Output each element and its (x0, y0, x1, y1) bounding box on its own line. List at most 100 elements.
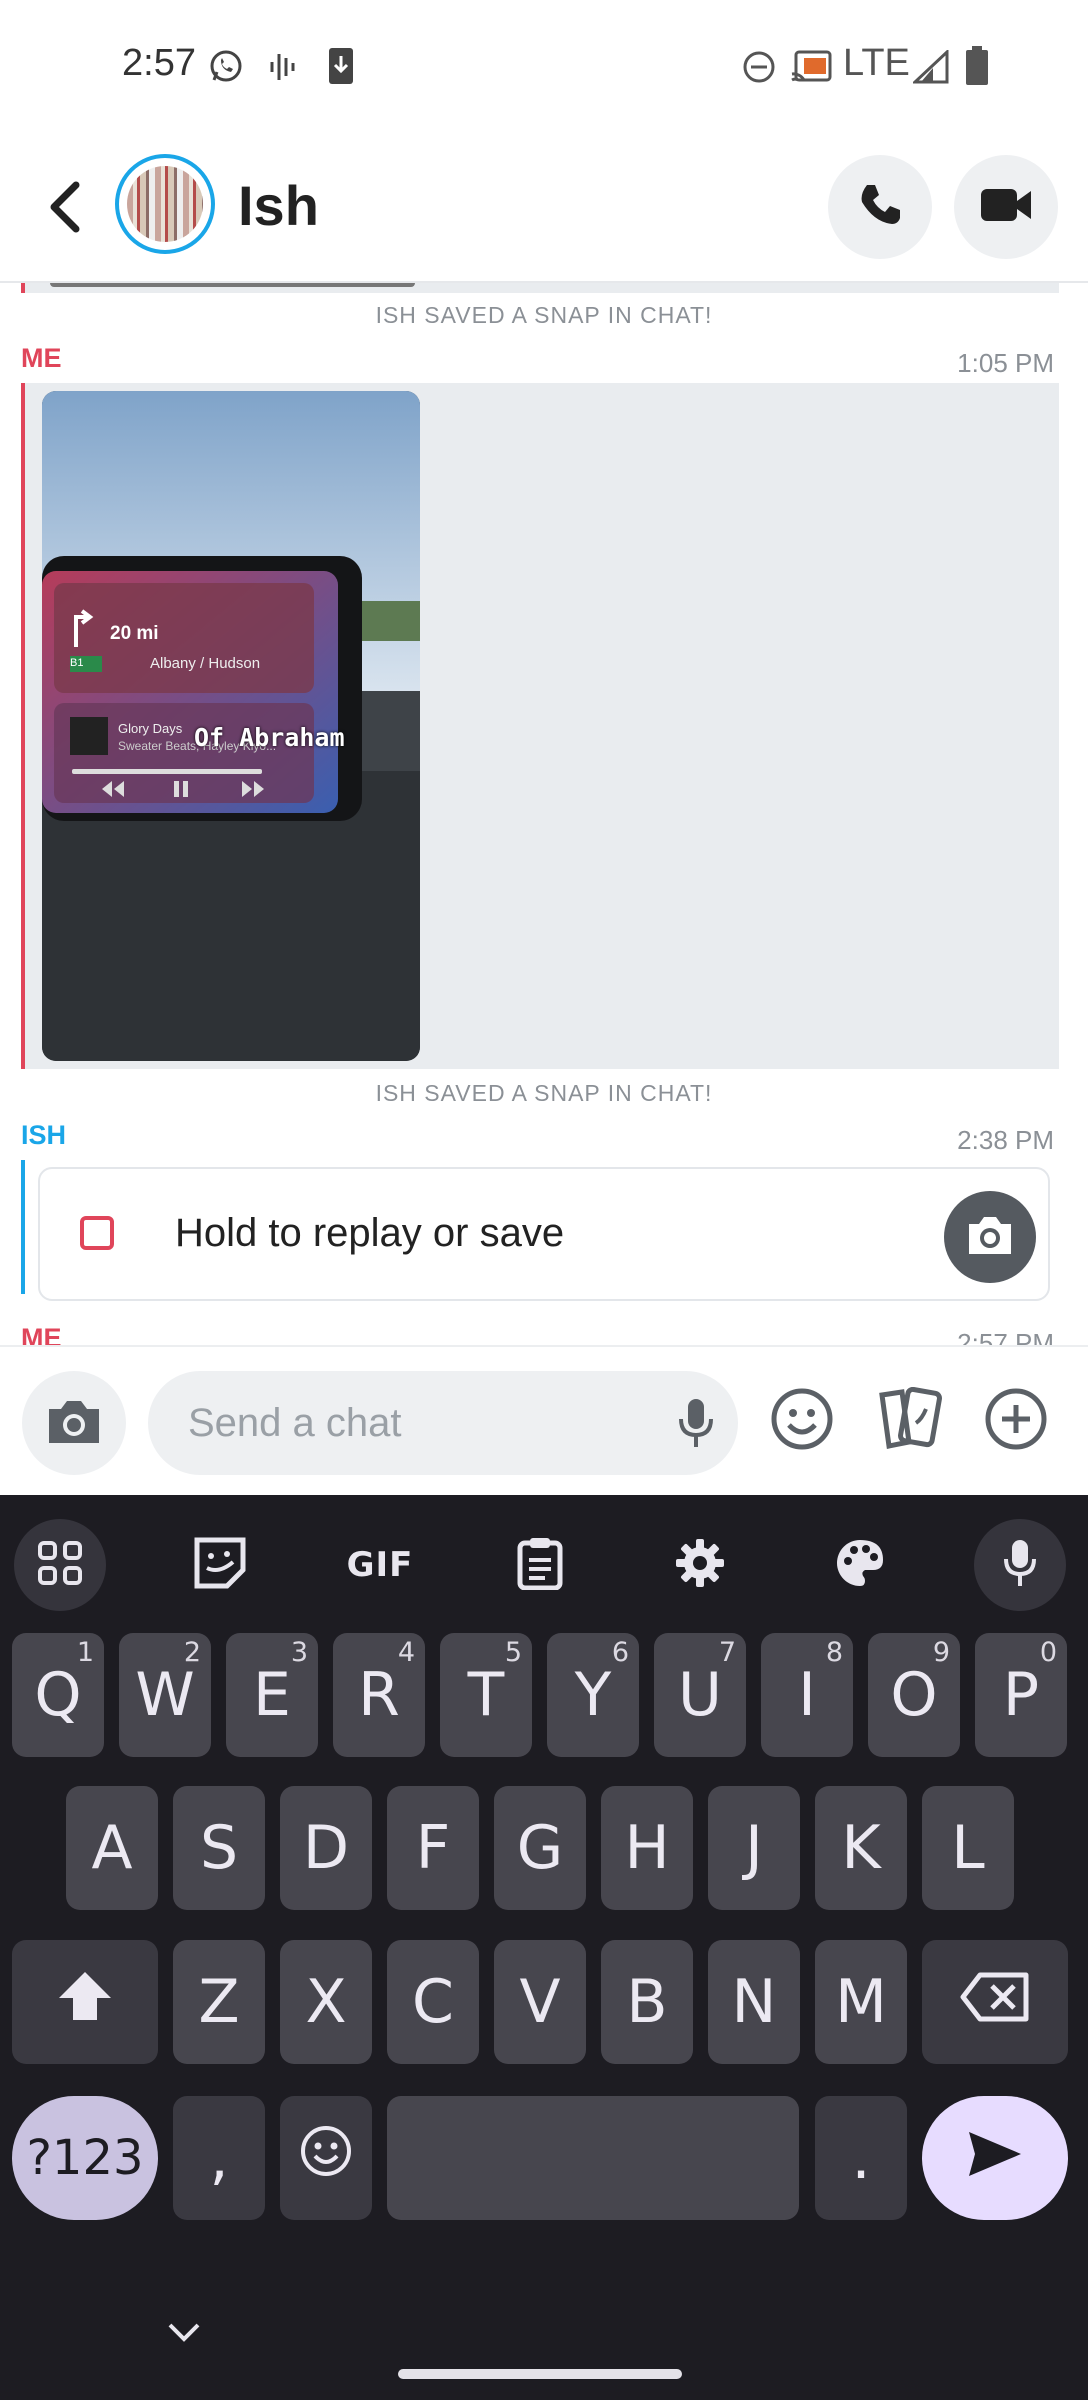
download-icon (327, 46, 355, 86)
shift-arrow-icon (57, 1967, 113, 2037)
theme-button[interactable] (808, 1515, 912, 1615)
key-i[interactable]: I8 (761, 1633, 853, 1757)
send-key[interactable] (922, 2096, 1068, 2220)
keyboard: GIF Q1 W2 E3 R4 T5 Y6 U7 I8 O9 P0 A S D … (0, 1495, 1088, 2400)
chat-input[interactable]: Send a chat (148, 1371, 738, 1475)
chevron-down-icon[interactable] (166, 2321, 202, 2348)
settings-button[interactable] (648, 1515, 752, 1615)
key-b[interactable]: B (601, 1940, 693, 2064)
emoji-icon (299, 2123, 353, 2193)
message-time: 2:57 PM (957, 1328, 1054, 1345)
key-m[interactable]: M (815, 1940, 907, 2064)
key-x[interactable]: X (280, 1940, 372, 2064)
key-hint: 6 (611, 1637, 629, 1668)
key-hint: 9 (932, 1637, 950, 1668)
comma-key[interactable]: , (173, 2096, 265, 2220)
reply-camera-button[interactable] (944, 1191, 1036, 1283)
key-t[interactable]: T5 (440, 1633, 532, 1757)
key-hint: 0 (1039, 1637, 1057, 1668)
key-n[interactable]: N (708, 1940, 800, 2064)
chat-input-bar: Send a chat (0, 1345, 1088, 1497)
key-label: D (302, 1813, 350, 1883)
key-label: W (135, 1660, 195, 1730)
replay-text: Hold to replay or save (175, 1211, 565, 1255)
key-o[interactable]: O9 (868, 1633, 960, 1757)
chat-messages[interactable]: ISH SAVED A SNAP IN CHAT! ME 1:05 PM 20 … (0, 283, 1088, 1345)
snap-thumbnail[interactable]: 20 mi B1 Albany / Hudson Glory Days Swea… (42, 391, 420, 1061)
chat-input-placeholder: Send a chat (188, 1401, 402, 1445)
do-not-disturb-icon (742, 50, 776, 84)
gesture-nav-bar[interactable] (398, 2369, 682, 2379)
key-d[interactable]: D (280, 1786, 372, 1910)
key-hint: 1 (76, 1637, 94, 1668)
contact-name[interactable]: Ish (238, 173, 319, 238)
saved-notice: ISH SAVED A SNAP IN CHAT! (375, 1080, 713, 1106)
key-label: C (412, 1967, 454, 2037)
key-f[interactable]: F (387, 1786, 479, 1910)
camera-icon (45, 1397, 103, 1450)
message-time: 2:38 PM (957, 1125, 1054, 1155)
microphone-icon (1003, 1538, 1037, 1593)
gif-button[interactable]: GIF (328, 1515, 432, 1615)
key-l[interactable]: L (922, 1786, 1014, 1910)
key-p[interactable]: P0 (975, 1633, 1067, 1757)
shift-key[interactable] (12, 1940, 158, 2064)
unopened-snap-icon (80, 1216, 114, 1250)
send-icon (967, 2123, 1023, 2193)
sticker-button[interactable] (168, 1515, 272, 1615)
voice-input-button[interactable] (974, 1519, 1066, 1611)
key-h[interactable]: H (601, 1786, 693, 1910)
emoji-key[interactable] (280, 2096, 372, 2220)
sticker-icon (193, 1536, 247, 1595)
key-w[interactable]: W2 (119, 1633, 211, 1757)
key-label: Y (574, 1660, 612, 1730)
voice-wave-icon (268, 50, 298, 84)
key-j[interactable]: J (708, 1786, 800, 1910)
camera-icon (965, 1214, 1015, 1261)
clipboard-button[interactable] (488, 1515, 592, 1615)
emoji-icon[interactable] (770, 1387, 834, 1456)
key-label: A (91, 1813, 133, 1883)
key-label: B (626, 1967, 668, 2037)
sender-label-me: ME (21, 343, 62, 373)
key-r[interactable]: R4 (333, 1633, 425, 1757)
key-label: Q (34, 1660, 82, 1730)
key-label: K (841, 1813, 881, 1883)
key-label: O (890, 1660, 938, 1730)
key-g[interactable]: G (494, 1786, 586, 1910)
key-q[interactable]: Q1 (12, 1633, 104, 1757)
saved-notice: ISH SAVED A SNAP IN CHAT! (375, 302, 713, 328)
key-v[interactable]: V (494, 1940, 586, 2064)
status-bar: 2:57 LTE (0, 0, 1088, 135)
key-a[interactable]: A (66, 1786, 158, 1910)
sender-label-me: ME (21, 1323, 62, 1345)
apps-grid-button[interactable] (14, 1519, 106, 1611)
battery-icon (965, 46, 989, 86)
voice-call-button[interactable] (828, 155, 932, 259)
snap-nav-distance: 20 mi (110, 623, 159, 644)
back-arrow-icon[interactable] (40, 177, 90, 237)
key-label: P (1002, 1660, 1040, 1730)
key-c[interactable]: C (387, 1940, 479, 2064)
snap-replay-card[interactable]: Hold to replay or save (38, 1167, 1050, 1301)
backspace-key[interactable] (922, 1940, 1068, 2064)
key-e[interactable]: E3 (226, 1633, 318, 1757)
key-u[interactable]: U7 (654, 1633, 746, 1757)
key-label: T (467, 1660, 505, 1730)
key-y[interactable]: Y6 (547, 1633, 639, 1757)
symbols-key[interactable]: ?123 (12, 2096, 158, 2220)
plus-icon[interactable] (984, 1387, 1048, 1456)
stickers-cards-icon[interactable] (876, 1386, 942, 1456)
key-label: S (199, 1813, 239, 1883)
key-s[interactable]: S (173, 1786, 265, 1910)
avatar[interactable] (115, 154, 215, 254)
space-bar[interactable] (387, 2096, 799, 2220)
microphone-icon[interactable] (678, 1397, 714, 1454)
key-k[interactable]: K (815, 1786, 907, 1910)
whatsapp-icon (208, 48, 244, 84)
video-call-button[interactable] (954, 155, 1058, 259)
camera-button[interactable] (22, 1371, 126, 1475)
key-z[interactable]: Z (173, 1940, 265, 2064)
clipboard-icon (517, 1536, 563, 1595)
period-key[interactable]: . (815, 2096, 907, 2220)
